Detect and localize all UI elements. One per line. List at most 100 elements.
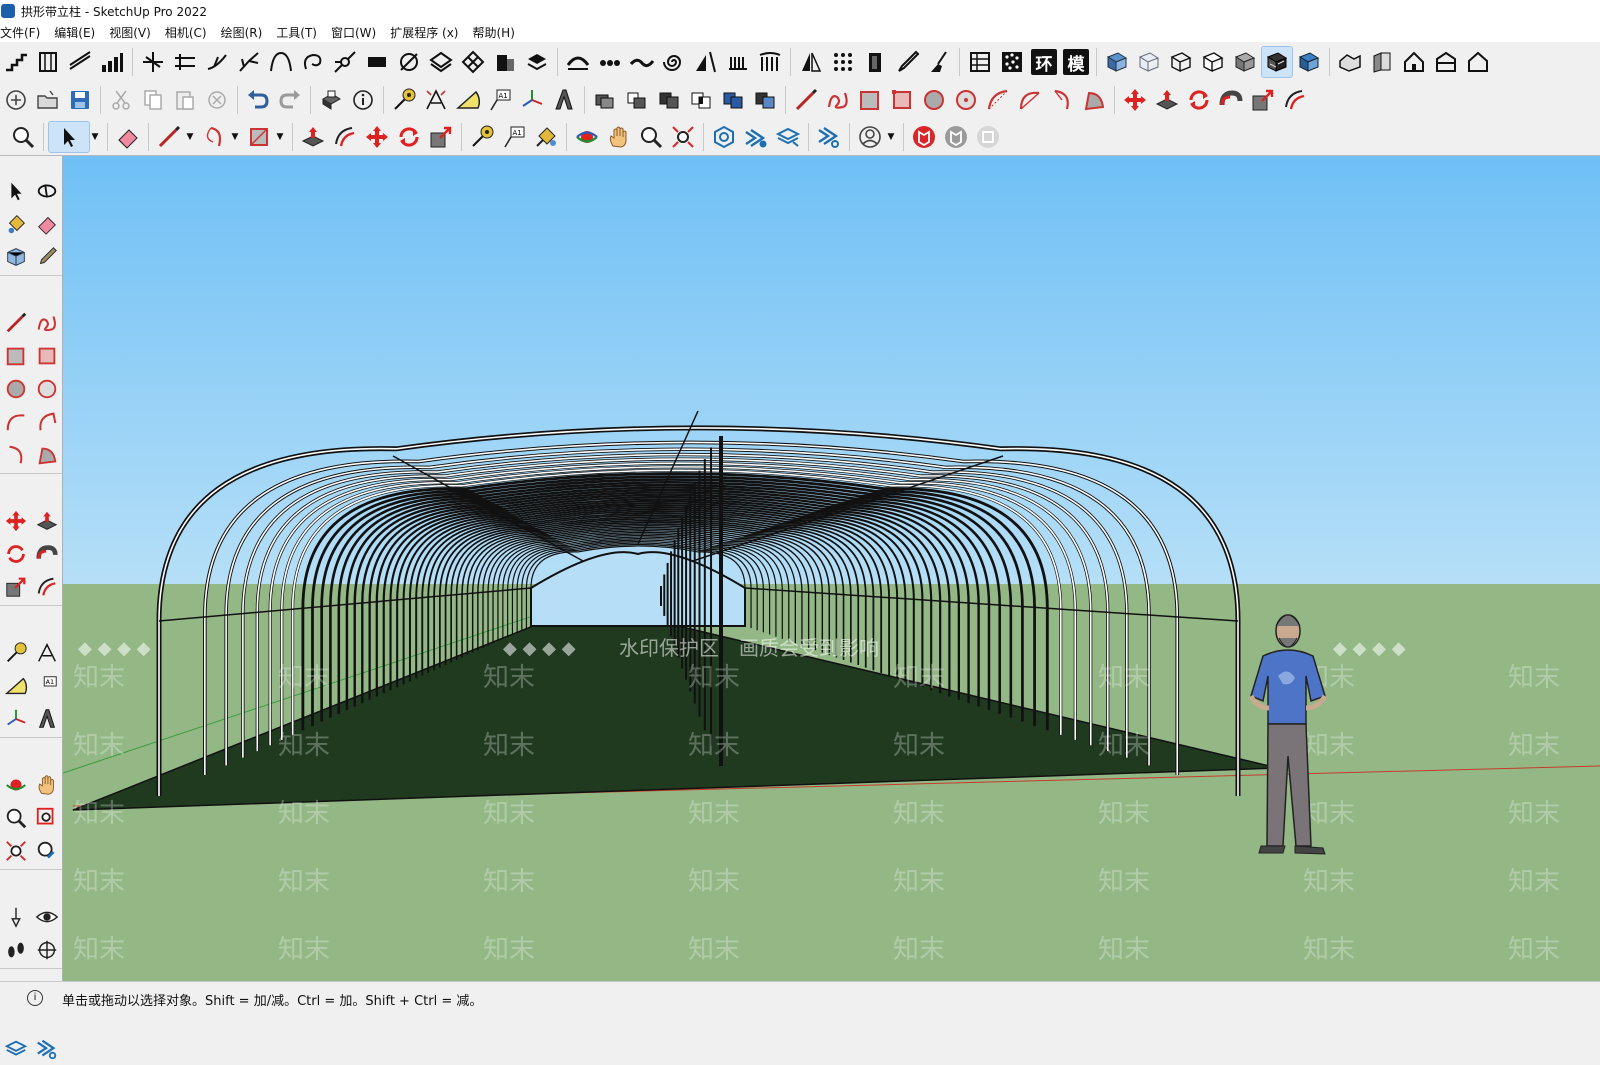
orbit-icon[interactable] [572,122,602,152]
tape-measure-icon[interactable] [389,85,419,115]
hidden-line-icon[interactable] [1198,47,1228,77]
fork-icon[interactable] [234,47,264,77]
column-icon[interactable] [33,47,63,77]
model-viewport[interactable]: 知末 知末 知末 知末 知末 知末 知末 知末 知末 知末 知末 知末 知末 知末 知末 知末 知末 知末 知末 知末… [63,156,1600,981]
slope-icon[interactable] [65,47,95,77]
dimension-icon[interactable] [421,85,451,115]
arc-dropdown-icon[interactable]: ▼ [230,127,240,147]
viewport-scene[interactable]: 知末 知末 知末 知末 知末 知末 知末 知末知末 知末 知末 知末 知末 知末 知末 知末知末 知末 知末 知末… [63,156,1600,981]
intersect-icon[interactable] [686,85,716,115]
paint-bucket-icon[interactable] [531,122,561,152]
walk-icon[interactable] [0,933,31,966]
axes-icon[interactable] [517,85,547,115]
info-icon[interactable]: i [27,990,43,1006]
rectangle-icon[interactable] [855,85,885,115]
eraser-icon[interactable] [113,122,143,152]
menu-window[interactable]: 窗口(W) [331,24,383,41]
back-view-icon[interactable] [1431,47,1461,77]
zoom-extents-icon[interactable] [668,122,698,152]
front-view-icon[interactable] [1399,47,1429,77]
menu-camera[interactable]: 相机(C) [165,24,214,41]
warehouse-icon[interactable] [709,122,739,152]
rotated-rectangle-icon[interactable] [887,85,917,115]
outer-shell-icon[interactable] [654,85,684,115]
look-around-icon[interactable] [31,900,62,933]
zoom-window-icon[interactable] [31,801,62,834]
menu-edit[interactable]: 编辑(E) [54,24,102,41]
zoom-icon[interactable] [8,122,38,152]
level-axes-icon[interactable] [138,47,168,77]
cut-icon[interactable] [106,85,136,115]
redo-icon[interactable] [275,85,305,115]
iso-house-icon[interactable] [1335,47,1365,77]
protractor-side-icon[interactable] [0,669,31,702]
pillars-icon[interactable] [755,47,785,77]
xray-icon[interactable] [1134,47,1164,77]
orbit-side-icon[interactable] [0,768,31,801]
tape-tool-icon[interactable] [467,122,497,152]
line-tool-icon[interactable] [791,85,821,115]
offset-side-icon[interactable] [31,570,62,603]
eraser-side-icon[interactable] [31,207,62,240]
branch-icon[interactable] [202,47,232,77]
group-icon[interactable] [622,85,652,115]
pencil-dropdown-icon[interactable]: ▼ [185,127,195,147]
mo-button[interactable]: 模 [1063,49,1089,75]
menu-view[interactable]: 视图(V) [109,24,158,41]
3d-warehouse-red-icon[interactable] [909,122,939,152]
pushpull-side-icon[interactable] [31,504,62,537]
polygon-icon[interactable] [951,85,981,115]
menu-draw[interactable]: 绘图(R) [221,24,270,41]
layers-diamond-icon[interactable] [426,47,456,77]
new-file-icon[interactable] [1,85,31,115]
account-icon[interactable] [855,122,885,152]
line-side-icon[interactable] [0,306,31,339]
print-icon[interactable] [316,85,346,115]
save-icon[interactable] [65,85,95,115]
parallel-lines-icon[interactable] [170,47,200,77]
stack-icon[interactable] [522,47,552,77]
text-side-icon[interactable]: A1 [31,669,62,702]
rectangle-side-icon[interactable] [0,339,31,372]
triangle-pole-icon[interactable] [691,47,721,77]
subtract-icon[interactable] [750,85,780,115]
pie-side-icon[interactable] [31,438,62,471]
open-folder-icon[interactable] [33,85,63,115]
arc-top-icon[interactable] [563,47,593,77]
freehand-icon[interactable] [823,85,853,115]
bar-chart-icon[interactable] [97,47,127,77]
select-dropdown-icon[interactable]: ▼ [90,127,100,147]
push-pull-icon[interactable] [1152,85,1182,115]
offset-tool-icon[interactable] [330,122,360,152]
3d-warehouse-gray-icon[interactable] [941,122,971,152]
undo-icon[interactable] [243,85,273,115]
rotate-side-icon[interactable] [0,537,31,570]
erase-selection-icon[interactable] [202,85,232,115]
follow-me-icon[interactable] [1216,85,1246,115]
text-icon[interactable]: A1 [485,85,515,115]
extension-manager-icon[interactable] [814,122,844,152]
iso-view-icon[interactable] [1102,47,1132,77]
scale-side-icon[interactable] [0,570,31,603]
menu-extensions[interactable]: 扩展程序 (x) [390,24,465,41]
two-point-arc-icon[interactable] [1015,85,1045,115]
zoom-tool-icon[interactable] [636,122,666,152]
wave-icon[interactable] [627,47,657,77]
move-tool-icon[interactable] [362,122,392,152]
chain-icon[interactable] [595,47,625,77]
extension-warehouse-icon[interactable] [741,122,771,152]
two-point-arc-side-icon[interactable] [31,405,62,438]
zoom-extents-side-icon[interactable] [0,834,31,867]
arc-side-icon[interactable] [0,405,31,438]
union-icon[interactable] [718,85,748,115]
menu-help[interactable]: 帮助(H) [472,24,521,41]
tape-side-icon[interactable] [0,636,31,669]
move-icon[interactable] [1120,85,1150,115]
pencil-icon[interactable] [154,122,184,152]
position-camera-icon[interactable] [0,900,31,933]
share-model-icon[interactable] [773,122,803,152]
three-point-arc-icon[interactable] [1047,85,1077,115]
follow-me-side-icon[interactable] [31,537,62,570]
component-icon[interactable] [590,85,620,115]
pushpull-tool-icon[interactable] [298,122,328,152]
